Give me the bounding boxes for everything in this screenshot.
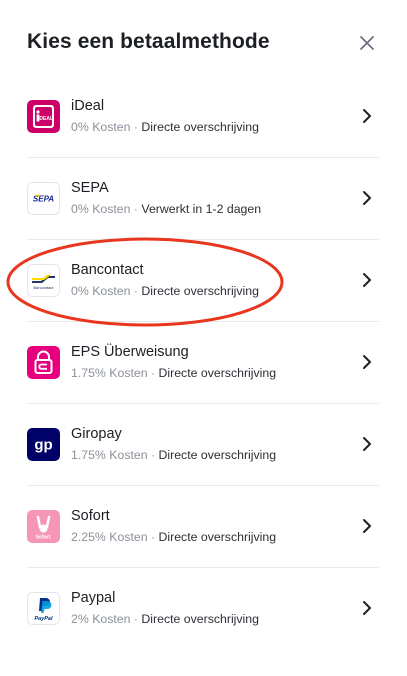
method-meta: 0% Kosten · Verwerkt in 1-2 dagen (71, 202, 261, 216)
method-separator: · (130, 202, 142, 216)
sofort-logo: Sofort. (27, 510, 60, 543)
method-cost: 2% Kosten (71, 612, 131, 626)
method-name: iDeal (71, 98, 105, 114)
method-separator: · (147, 366, 159, 380)
giropay-logo-text: gp (34, 437, 52, 454)
chevron-right-icon (363, 601, 371, 615)
paypal-logo-text: PayPal (34, 616, 53, 622)
method-name: EPS Überweisung (71, 344, 189, 360)
method-meta: 1.75% Kosten · Directe overschrijving (71, 366, 276, 380)
paypal-logo: PayPal (27, 592, 60, 625)
method-cost: 2.25% Kosten (71, 530, 148, 544)
method-description: Directe overschrijving (158, 530, 277, 544)
eps-logo (27, 346, 60, 379)
giropay-logo: gp (27, 428, 60, 461)
payment-method-ideal[interactable]: iDEAL iDeal 0% Kosten · Directe overschr… (27, 76, 379, 158)
method-description: Directe overschrijving (158, 366, 277, 380)
close-icon[interactable] (357, 33, 377, 53)
payment-method-giropay[interactable]: gp Giropay 1.75% Kosten · Directe oversc… (27, 404, 379, 486)
method-name: Sofort (71, 508, 110, 524)
method-cost: 1.75% Kosten (71, 448, 148, 462)
method-meta: 2.25% Kosten · Directe overschrijving (71, 530, 276, 544)
chevron-right-icon (363, 355, 371, 369)
method-name: Bancontact (71, 262, 144, 278)
payment-method-list: iDEAL iDeal 0% Kosten · Directe overschr… (27, 76, 379, 650)
method-cost: 1.75% Kosten (71, 366, 148, 380)
method-description: Verwerkt in 1-2 dagen (141, 202, 262, 216)
method-separator: · (130, 612, 142, 626)
modal-header: Kies een betaalmethode (0, 0, 407, 80)
method-cost: 0% Kosten (71, 202, 131, 216)
payment-method-eps[interactable]: EPS Überweisung 1.75% Kosten · Directe o… (27, 322, 379, 404)
sepa-logo: SEPA (27, 182, 60, 215)
payment-method-sepa[interactable]: SEPA SEPA 0% Kosten · Verwerkt in 1-2 da… (27, 158, 379, 240)
payment-method-paypal[interactable]: PayPal Paypal 2% Kosten · Directe oversc… (27, 568, 379, 650)
method-separator: · (147, 448, 159, 462)
bancontact-logo-text: Bancontact (33, 285, 54, 290)
payment-method-sofort[interactable]: Sofort. Sofort 2.25% Kosten · Directe ov… (27, 486, 379, 568)
chevron-right-icon (363, 437, 371, 451)
method-cost: 0% Kosten (71, 120, 131, 134)
page-title: Kies een betaalmethode (27, 30, 270, 53)
method-separator: · (130, 120, 142, 134)
method-meta: 0% Kosten · Directe overschrijving (71, 120, 259, 134)
method-meta: 1.75% Kosten · Directe overschrijving (71, 448, 276, 462)
method-name: Giropay (71, 426, 122, 442)
sofort-logo-text: Sofort. (35, 535, 52, 541)
method-separator: · (130, 284, 142, 298)
ideal-logo: iDEAL (27, 100, 60, 133)
method-description: Directe overschrijving (141, 284, 259, 298)
bancontact-logo: Bancontact (27, 264, 60, 297)
method-separator: · (147, 530, 159, 544)
chevron-right-icon (363, 273, 371, 287)
ideal-logo-text: iDEAL (38, 116, 53, 122)
method-description: Directe overschrijving (158, 448, 277, 462)
method-name: SEPA (71, 180, 109, 196)
chevron-right-icon (363, 191, 371, 205)
method-cost: 0% Kosten (71, 284, 131, 298)
method-description: Directe overschrijving (141, 120, 259, 134)
method-meta: 2% Kosten · Directe overschrijving (71, 612, 259, 626)
method-name: Paypal (71, 590, 116, 606)
chevron-right-icon (363, 109, 371, 123)
method-description: Directe overschrijving (141, 612, 259, 626)
payment-method-bancontact[interactable]: Bancontact Bancontact 0% Kosten · Direct… (27, 240, 379, 322)
chevron-right-icon (363, 519, 371, 533)
method-meta: 0% Kosten · Directe overschrijving (71, 284, 259, 298)
